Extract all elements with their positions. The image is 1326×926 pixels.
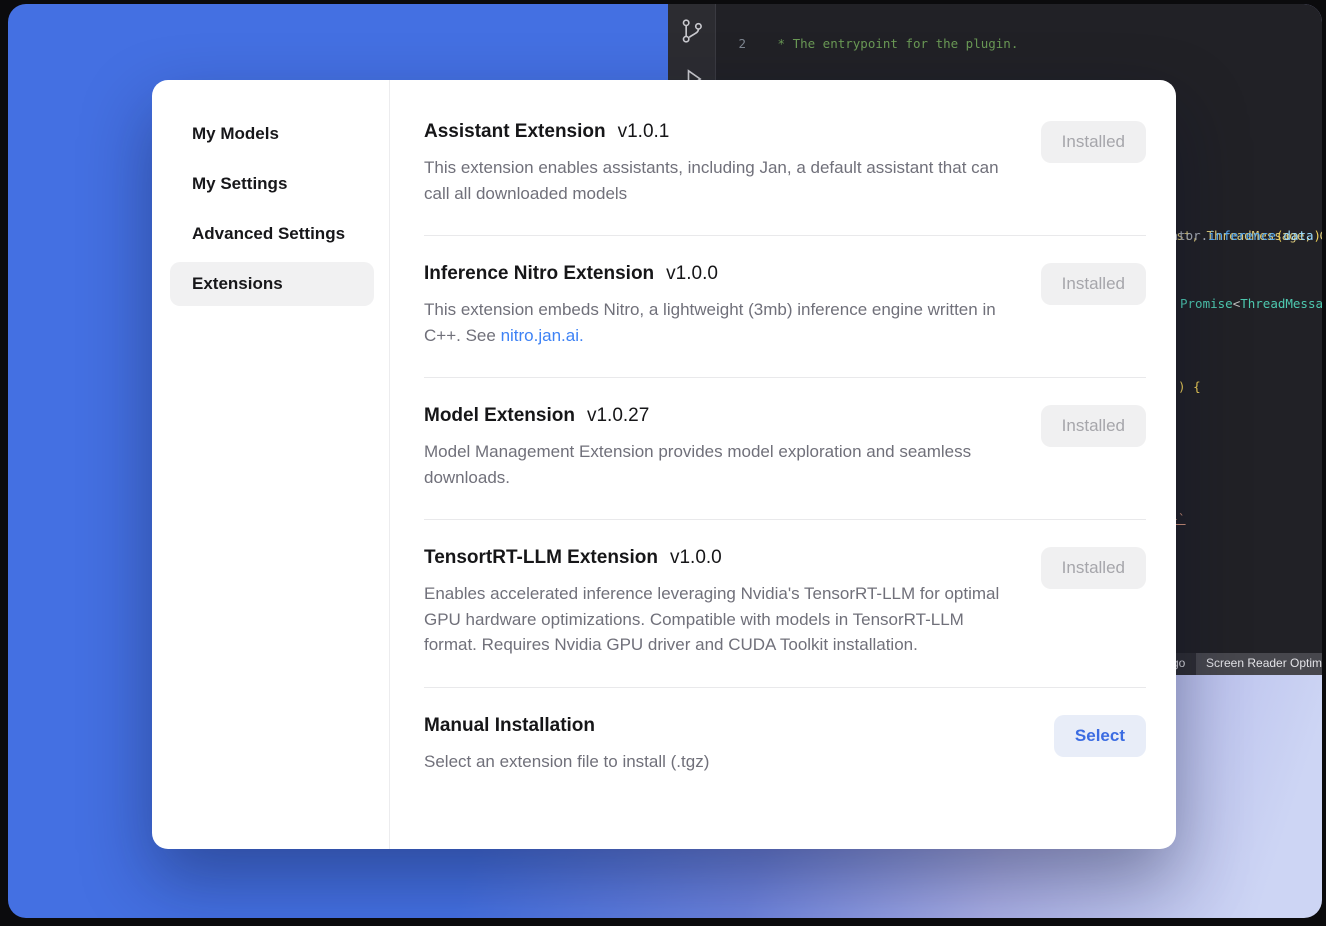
extension-description: Select an extension file to install (.tg…	[424, 749, 709, 775]
installed-button[interactable]: Installed	[1041, 547, 1146, 589]
sidebar-item-advanced-settings[interactable]: Advanced Settings	[170, 212, 374, 256]
installed-button[interactable]: Installed	[1041, 121, 1146, 163]
code-fragment: rator.inference(data));	[1163, 228, 1322, 244]
sidebar-item-my-settings[interactable]: My Settings	[170, 162, 374, 206]
extension-row-model: Model Extension v1.0.27 Model Management …	[424, 378, 1146, 520]
extension-title: TensortRT-LLM Extension	[424, 547, 658, 568]
extension-title: Model Extension	[424, 405, 575, 426]
settings-modal: My Models My Settings Advanced Settings …	[152, 80, 1176, 849]
code-fragment: Promise<ThreadMessage>	[1180, 296, 1322, 312]
select-file-button[interactable]: Select	[1054, 715, 1146, 757]
extension-description: This extension enables assistants, inclu…	[424, 155, 1002, 206]
screen-reader-optimized-status[interactable]: Screen Reader Optimized	[1196, 653, 1322, 675]
extension-title: Assistant Extension	[424, 121, 606, 142]
source-control-icon[interactable]	[678, 16, 706, 46]
extension-row-assistant: Assistant Extension v1.0.1 This extension…	[424, 88, 1146, 236]
sidebar-item-extensions[interactable]: Extensions	[170, 262, 374, 306]
sidebar-item-my-models[interactable]: My Models	[170, 112, 374, 156]
nitro-jan-ai-link[interactable]: nitro.jan.ai.	[501, 326, 584, 345]
installed-button[interactable]: Installed	[1041, 263, 1146, 305]
extension-version: v1.0.0	[666, 263, 718, 284]
code-line: 2 * The entrypoint for the plugin.	[716, 36, 1322, 52]
extension-row-inference-nitro: Inference Nitro Extension v1.0.0 This ext…	[424, 236, 1146, 378]
extensions-list: Assistant Extension v1.0.1 This extension…	[390, 80, 1176, 849]
installed-button[interactable]: Installed	[1041, 405, 1146, 447]
extension-version: v1.0.0	[670, 547, 722, 568]
extension-version: v1.0.1	[618, 121, 670, 142]
extension-title: Manual Installation	[424, 715, 595, 736]
extension-row-manual-installation: Manual Installation Select an extension …	[424, 688, 1146, 804]
extension-description: Model Management Extension provides mode…	[424, 439, 1002, 490]
line-number: 2	[716, 36, 746, 52]
extension-description: Enables accelerated inference leveraging…	[424, 581, 1002, 658]
extension-version: v1.0.27	[587, 405, 649, 426]
code-text: * The entrypoint for the plugin.	[746, 36, 1018, 52]
extension-row-tensorrt-llm: TensortRT-LLM Extension v1.0.0 Enables ac…	[424, 520, 1146, 688]
extension-title: Inference Nitro Extension	[424, 263, 654, 284]
app-window: 2 * The entrypoint for the plugin. 3 */ …	[8, 4, 1322, 918]
settings-sidebar: My Models My Settings Advanced Settings …	[152, 80, 390, 849]
extension-description: This extension embeds Nitro, a lightweig…	[424, 297, 1002, 348]
